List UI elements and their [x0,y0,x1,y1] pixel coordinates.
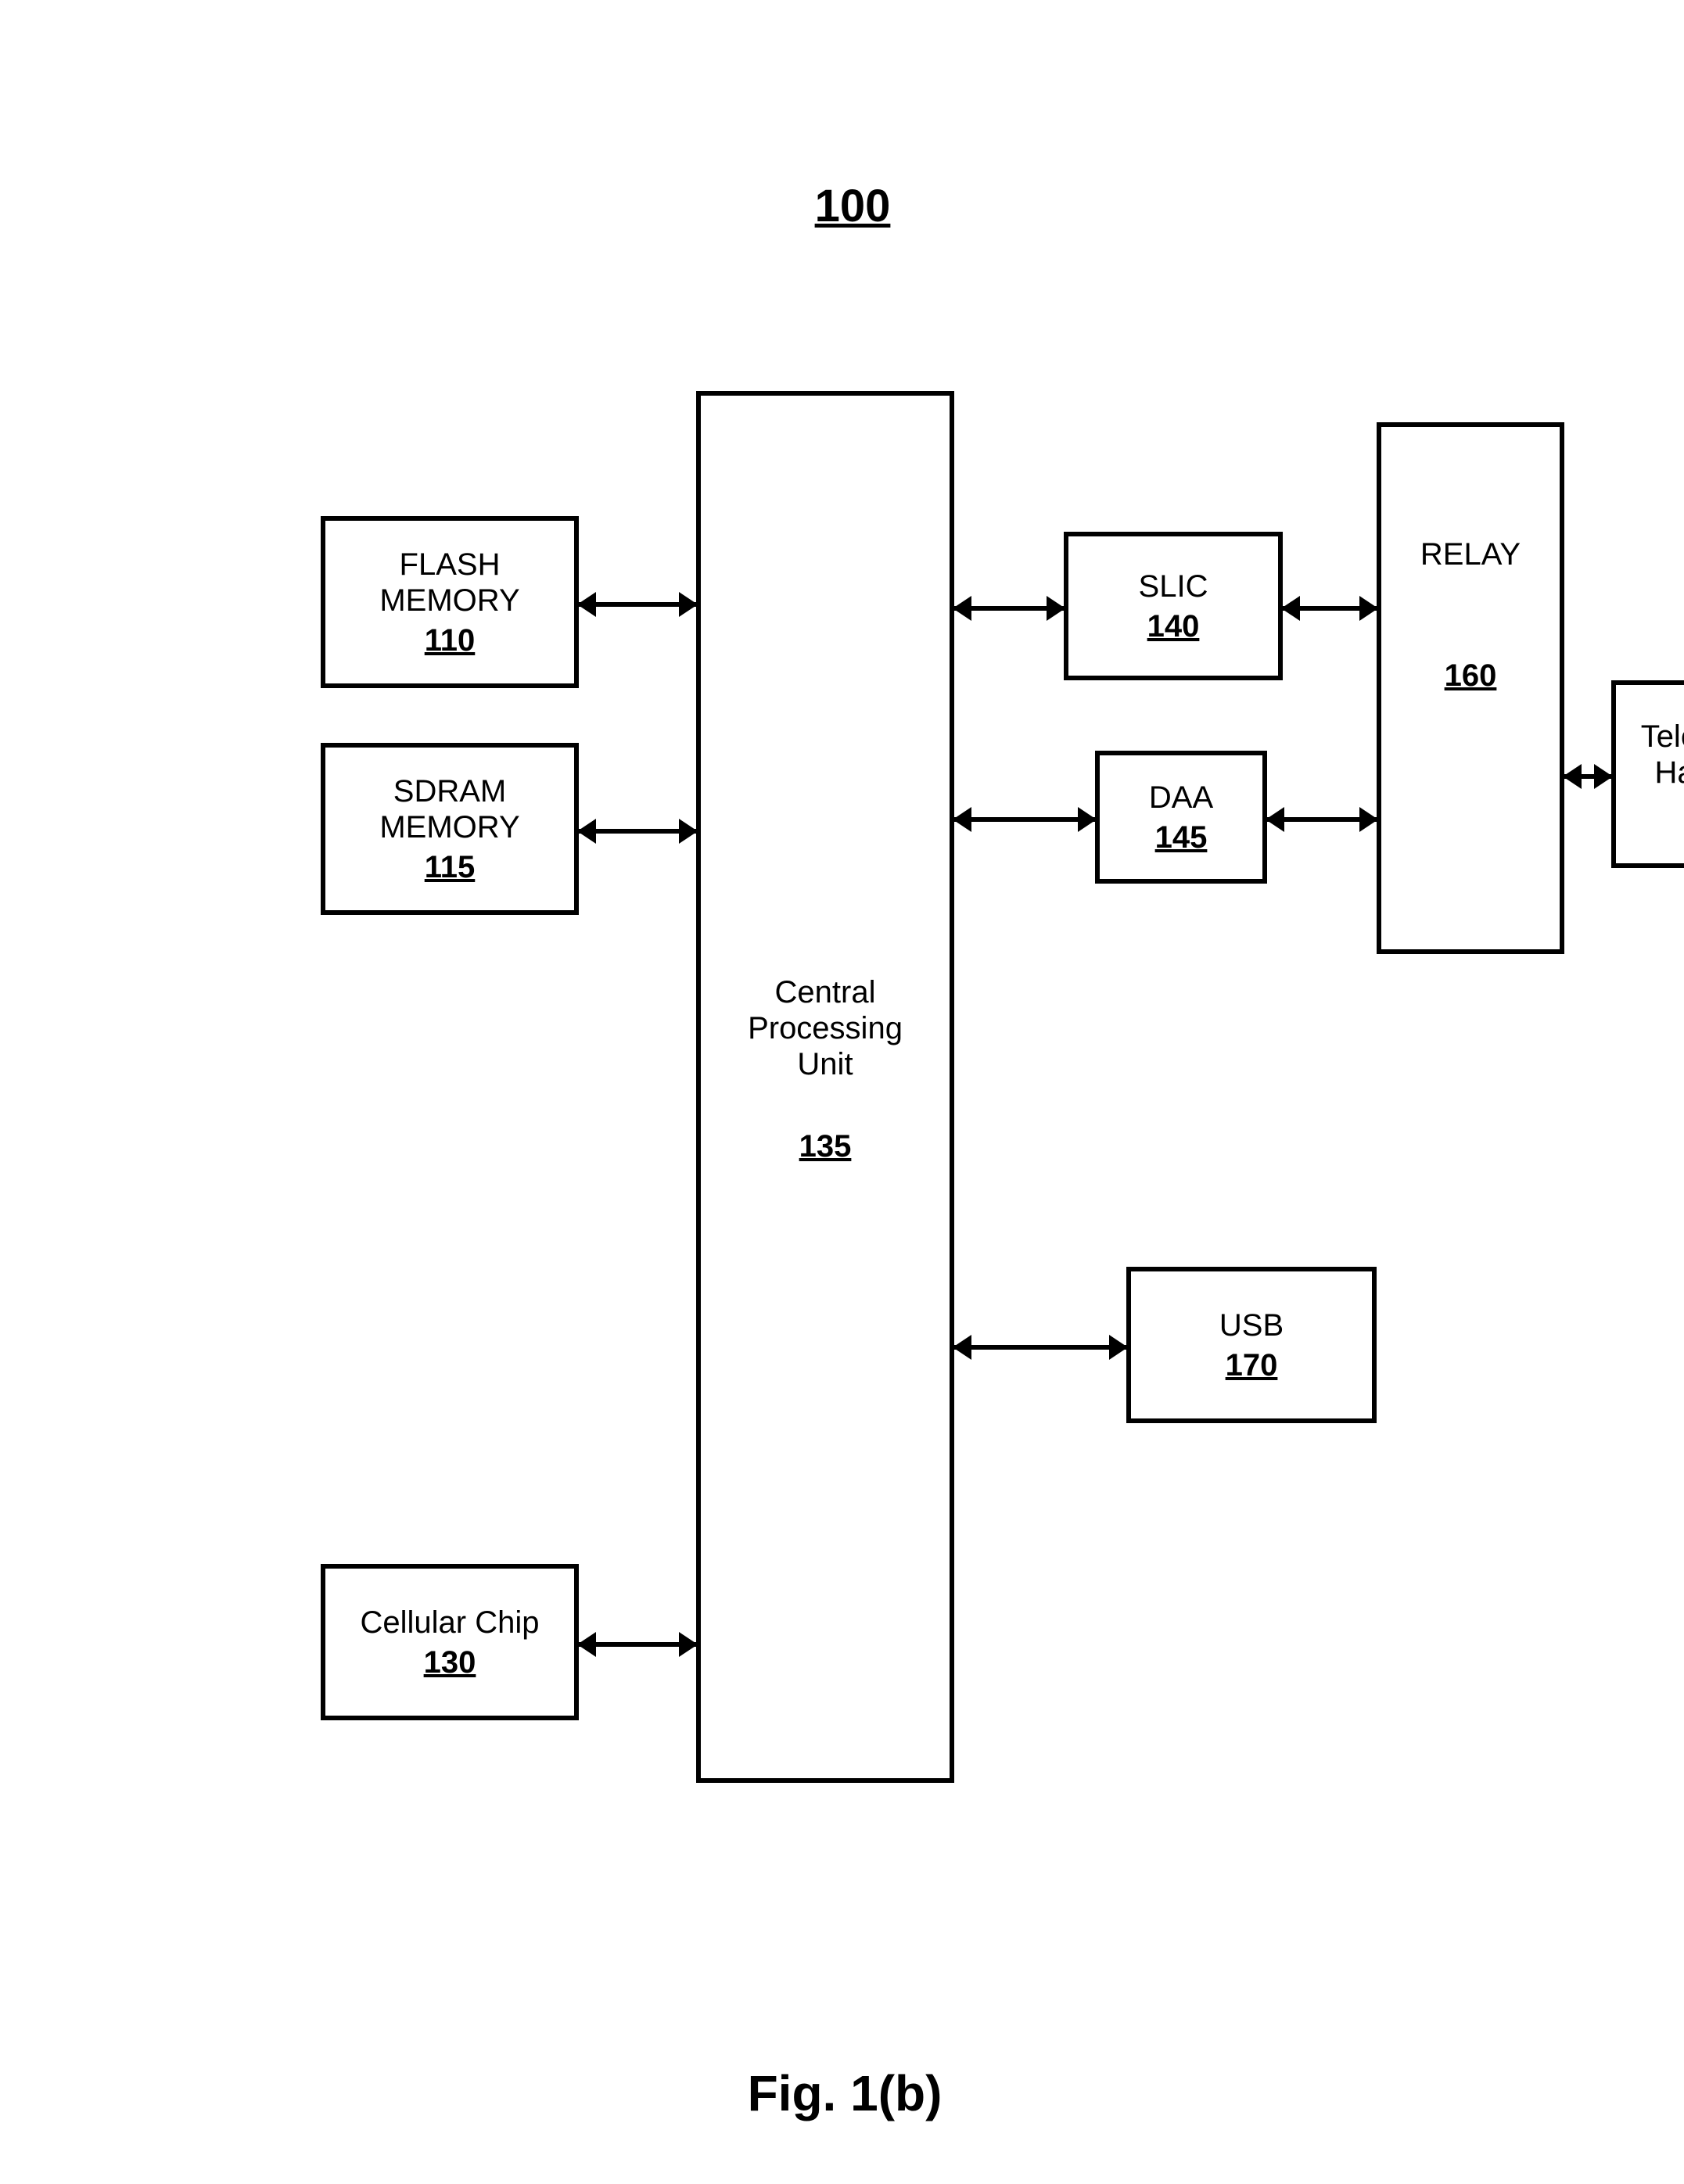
usb-ref: 170 [1226,1348,1278,1383]
sdram-ref: 115 [425,850,476,885]
arrow-cpu-slic [954,606,1064,611]
flash-ref: 110 [425,623,476,658]
arrow-cpu-usb [954,1345,1126,1350]
cpu-ref: 135 [799,1129,852,1164]
block-flash: FLASH MEMORY 110 [321,516,579,688]
cellular-label: Cellular Chip [361,1605,540,1641]
arrow-sdram-cpu [579,829,696,834]
arrow-relay-handset [1564,774,1611,779]
daa-label: DAA [1149,780,1213,816]
figure-caption: Fig. 1(b) [704,2064,986,2122]
cpu-label: Central Processing Unit [748,974,903,1082]
block-sdram: SDRAM MEMORY 115 [321,743,579,915]
block-cpu: Central Processing Unit 135 [696,391,954,1783]
slic-label: SLIC [1139,568,1208,604]
slic-ref: 140 [1147,609,1200,644]
arrow-slic-relay [1283,606,1377,611]
handset-label: Telephone Handset [1641,719,1684,791]
block-slic: SLIC 140 [1064,532,1283,680]
arrow-flash-cpu [579,602,696,607]
relay-ref: 160 [1445,658,1497,694]
arrow-daa-relay [1267,817,1377,822]
diagram-title-ref: 100 [790,180,915,232]
usb-label: USB [1219,1307,1284,1343]
cellular-ref: 130 [424,1645,476,1680]
arrow-cpu-daa [954,817,1095,822]
relay-label: RELAY [1420,536,1521,572]
block-daa: DAA 145 [1095,751,1267,884]
block-usb: USB 170 [1126,1267,1377,1423]
daa-ref: 145 [1155,820,1208,855]
diagram-page: 100 Central Processing Unit 135 FLASH ME… [0,0,1684,2184]
block-handset: Telephone Handset 165 [1611,680,1684,868]
arrow-cellular-cpu [579,1642,696,1647]
block-relay: RELAY 160 [1377,422,1564,954]
block-cellular: Cellular Chip 130 [321,1564,579,1720]
sdram-label: SDRAM MEMORY [379,773,519,845]
flash-label: FLASH MEMORY [379,547,519,619]
